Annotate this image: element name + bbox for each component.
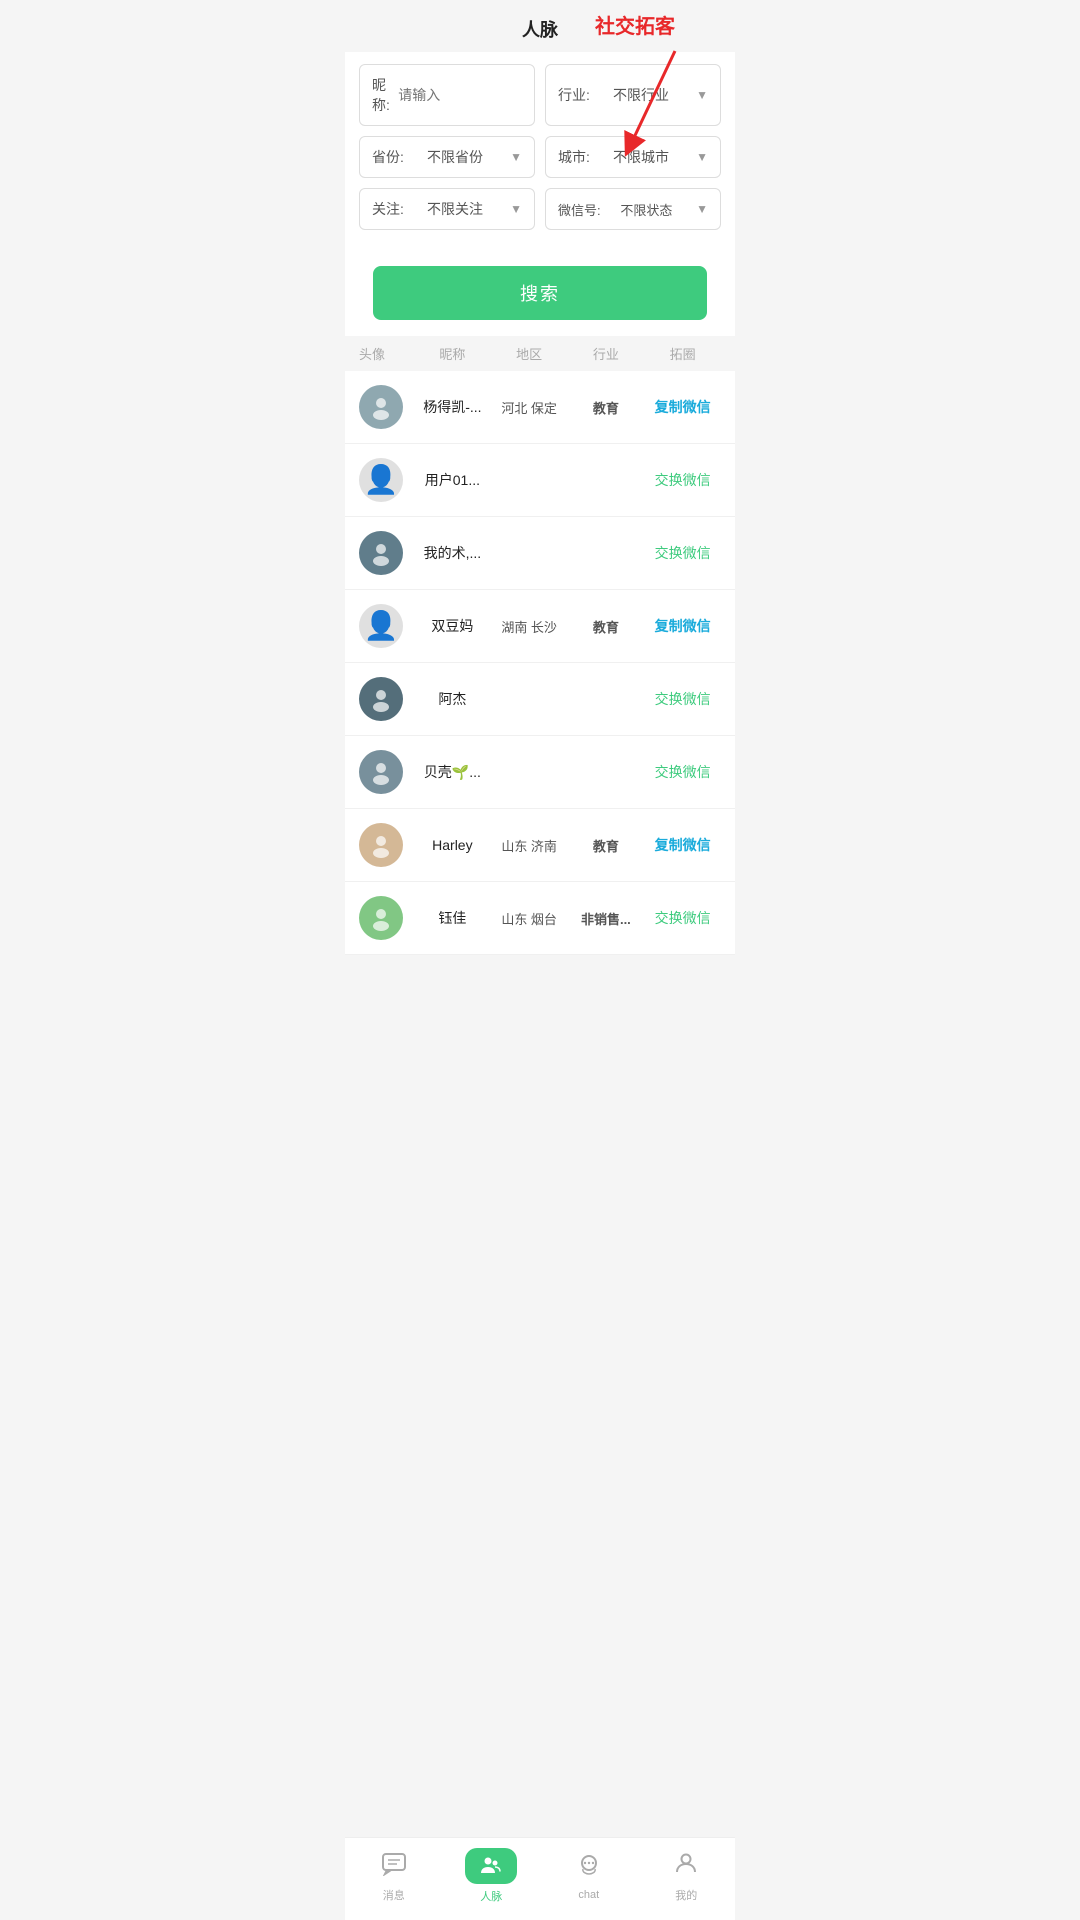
user-list: 杨得凯-... 河北 保定 教育 复制微信 👤 用户01... 交换微信 我的术… (345, 371, 735, 955)
nav-item-profile[interactable]: 我的 (638, 1850, 736, 1903)
col-region: 地区 (491, 344, 568, 363)
user-name: 杨得凯-... (414, 397, 491, 417)
chat-icon (576, 1852, 602, 1885)
bottom-nav: 消息 人脉 chat (345, 1837, 735, 1920)
filter-panel: 昵称: 行业: 不限行业 ▼ 省份: 不限省份 ▼ 城市: 不限城市 ▼ 关注:… (345, 52, 735, 242)
user-name: 用户01... (414, 470, 491, 490)
follow-value: 不限关注 (427, 199, 483, 219)
nav-item-messages[interactable]: 消息 (345, 1850, 443, 1903)
col-action: 拓圈 (644, 344, 721, 363)
col-nickname: 昵称 (414, 344, 491, 363)
avatar (359, 531, 403, 575)
user-name: 我的术,... (414, 543, 491, 563)
nickname-filter[interactable]: 昵称: (359, 64, 535, 126)
user-industry: 教育 (568, 398, 645, 417)
nickname-label: 昵称: (372, 75, 398, 115)
avatar (359, 750, 403, 794)
nickname-input[interactable] (398, 87, 522, 103)
page-title: 人脉 (522, 20, 558, 40)
user-region: 湖南 长沙 (491, 617, 568, 636)
avatar: 👤 (359, 604, 403, 648)
action-button[interactable]: 复制微信 (644, 397, 721, 417)
action-button[interactable]: 复制微信 (644, 616, 721, 636)
table-row: 👤 用户01... 交换微信 (345, 444, 735, 517)
search-button[interactable]: 搜索 (373, 266, 707, 320)
user-name: 贝壳🌱... (414, 762, 491, 782)
user-name: Harley (414, 837, 491, 853)
industry-chevron-icon: ▼ (696, 88, 708, 102)
profile-icon (673, 1850, 699, 1883)
avatar: 👤 (359, 458, 403, 502)
table-row: 👤 双豆妈 湖南 长沙 教育 复制微信 (345, 590, 735, 663)
user-region: 河北 保定 (491, 398, 568, 417)
table-row: 钰佳 山东 烟台 非销售... 交换微信 (345, 882, 735, 955)
province-chevron-icon: ▼ (510, 150, 522, 164)
action-button[interactable]: 交换微信 (644, 470, 721, 490)
action-button[interactable]: 交换微信 (644, 908, 721, 928)
nav-label-messages: 消息 (383, 1887, 405, 1903)
table-row: 我的术,... 交换微信 (345, 517, 735, 590)
avatar (359, 385, 403, 429)
follow-filter[interactable]: 关注: 不限关注 ▼ (359, 188, 535, 230)
wechat-value: 不限状态 (620, 200, 672, 219)
nav-label-contacts: 人脉 (480, 1888, 502, 1904)
action-button[interactable]: 交换微信 (644, 543, 721, 563)
nav-label-profile: 我的 (675, 1887, 697, 1903)
user-industry: 教育 (568, 836, 645, 855)
user-region: 山东 烟台 (491, 909, 568, 928)
industry-filter[interactable]: 行业: 不限行业 ▼ (545, 64, 721, 126)
follow-label: 关注: (372, 199, 404, 219)
city-label: 城市: (558, 147, 590, 167)
city-chevron-icon: ▼ (696, 150, 708, 164)
action-button[interactable]: 交换微信 (644, 689, 721, 709)
nav-item-contacts[interactable]: 人脉 (443, 1848, 541, 1904)
industry-label: 行业: (558, 85, 590, 105)
table-row: 杨得凯-... 河北 保定 教育 复制微信 (345, 371, 735, 444)
col-avatar: 头像 (359, 344, 414, 363)
action-button[interactable]: 复制微信 (644, 835, 721, 855)
table-row: 贝壳🌱... 交换微信 (345, 736, 735, 809)
nav-label-chat: chat (578, 1889, 599, 1901)
table-header: 头像 昵称 地区 行业 拓圈 (345, 336, 735, 371)
avatar (359, 677, 403, 721)
user-name: 双豆妈 (414, 616, 491, 636)
avatar (359, 823, 403, 867)
user-region: 山东 济南 (491, 836, 568, 855)
nav-item-chat[interactable]: chat (540, 1852, 638, 1901)
messages-icon (381, 1850, 407, 1883)
province-label: 省份: (372, 147, 404, 167)
city-filter[interactable]: 城市: 不限城市 ▼ (545, 136, 721, 178)
user-name: 阿杰 (414, 689, 491, 709)
contacts-icon (465, 1848, 517, 1884)
user-name: 钰佳 (414, 908, 491, 928)
follow-chevron-icon: ▼ (510, 202, 522, 216)
avatar (359, 896, 403, 940)
page-header: 人脉 社交拓客 (345, 0, 735, 52)
table-row: 阿杰 交换微信 (345, 663, 735, 736)
table-row: Harley 山东 济南 教育 复制微信 (345, 809, 735, 882)
col-industry: 行业 (568, 344, 645, 363)
user-industry: 教育 (568, 617, 645, 636)
social-label: 社交拓客 (595, 10, 675, 39)
wechat-label: 微信号: (558, 200, 601, 219)
wechat-filter[interactable]: 微信号: 不限状态 ▼ (545, 188, 721, 230)
user-industry: 非销售... (568, 909, 645, 928)
action-button[interactable]: 交换微信 (644, 762, 721, 782)
province-value: 不限省份 (427, 147, 483, 167)
province-filter[interactable]: 省份: 不限省份 ▼ (359, 136, 535, 178)
wechat-chevron-icon: ▼ (696, 202, 708, 216)
industry-value: 不限行业 (613, 85, 669, 105)
city-value: 不限城市 (613, 147, 669, 167)
